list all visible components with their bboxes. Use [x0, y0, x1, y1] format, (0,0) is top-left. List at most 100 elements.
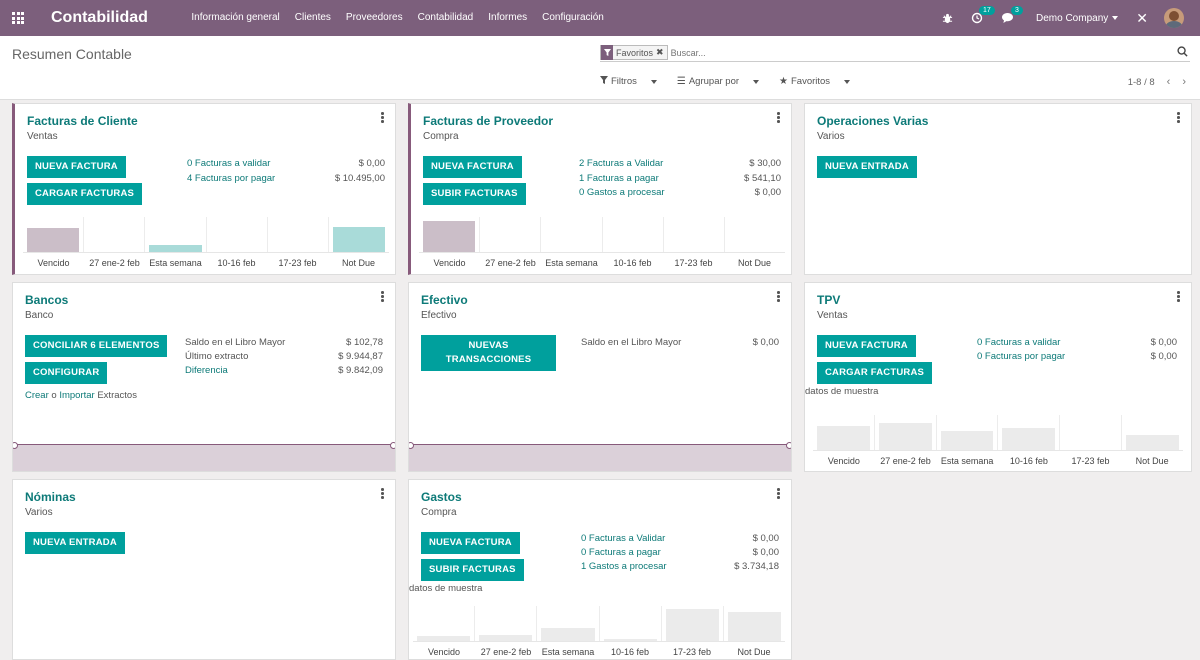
chevron-left-icon[interactable]: ‹ — [1167, 76, 1171, 88]
chart-bar[interactable] — [878, 423, 932, 450]
menu-item-reports[interactable]: Informes — [481, 0, 535, 36]
aging-bar-chart[interactable]: Vencido 27 ene-2 feb Esta semana 10-16 feb 1… — [813, 415, 1183, 467]
bills-to-pay-link[interactable]: 1 Facturas a pagar — [579, 173, 659, 184]
card-title[interactable]: Gastos — [421, 490, 462, 504]
card-title[interactable]: Nóminas — [25, 490, 76, 504]
chart-tick-label: Esta semana — [541, 647, 595, 657]
chart-bar[interactable] — [479, 635, 533, 641]
chart-bar[interactable] — [817, 426, 870, 450]
kebab-menu-icon[interactable] — [777, 112, 781, 124]
messages-icon[interactable]: 3 — [1001, 6, 1023, 24]
upload-invoices-button[interactable]: CARGAR FACTURAS — [27, 183, 143, 205]
chart-bar[interactable] — [603, 639, 657, 641]
menu-item-vendors[interactable]: Proveedores — [338, 0, 410, 36]
kebab-menu-icon[interactable] — [1177, 112, 1181, 124]
menu-item-configuration[interactable]: Configuración — [535, 0, 612, 36]
bills-to-validate-link[interactable]: 0 Facturas a Validar — [581, 533, 665, 544]
new-entry-button[interactable]: NUEVA ENTRADA — [25, 532, 125, 554]
card-title[interactable]: Operaciones Varias — [817, 114, 928, 128]
filters-dropdown[interactable]: Filtros — [600, 76, 667, 87]
invoices-to-pay-link[interactable]: 4 Facturas por pagar — [187, 173, 275, 184]
reconcile-button[interactable]: CONCILIAR 6 ELEMENTOS — [25, 335, 168, 357]
chart-labels: Vencido 27 ene-2 feb Esta semana 10-16 feb 1… — [813, 456, 1183, 466]
create-link[interactable]: Crear — [25, 390, 49, 401]
facet-label: Favoritos — [616, 47, 654, 58]
chart-bar[interactable] — [541, 628, 595, 641]
balance-line-graph[interactable] — [409, 441, 791, 471]
new-invoice-button[interactable]: NUEVA FACTURA — [817, 335, 916, 357]
chart-bar[interactable] — [1002, 428, 1056, 450]
invoices-to-pay-link[interactable]: 0 Facturas por pagar — [977, 351, 1065, 362]
close-icon[interactable]: ✕ — [1136, 10, 1148, 27]
chevron-right-icon[interactable]: › — [1182, 76, 1186, 88]
card-title[interactable]: Efectivo — [421, 293, 468, 307]
chart-bar[interactable] — [423, 221, 476, 252]
new-invoice-button[interactable]: NUEVA FACTURA — [27, 156, 126, 178]
kebab-menu-icon[interactable] — [381, 112, 385, 124]
card-title[interactable]: Facturas de Proveedor — [423, 114, 553, 128]
invoices-to-validate-link[interactable]: 0 Facturas a validar — [977, 337, 1060, 348]
user-avatar[interactable] — [1164, 8, 1184, 28]
company-switcher[interactable]: Demo Company — [1036, 13, 1119, 24]
search-icon[interactable] — [1177, 46, 1188, 60]
upload-invoices-button[interactable]: CARGAR FACTURAS — [817, 362, 933, 384]
expenses-to-process-link[interactable]: 0 Gastos a procesar — [579, 187, 665, 198]
chart-tick-label: Esta semana — [940, 456, 994, 466]
bills-to-validate-link[interactable]: 2 Facturas a Validar — [579, 158, 663, 169]
aging-bar-chart[interactable]: Vencido 27 ene-2 feb Esta semana 10-16 feb 1… — [419, 217, 785, 269]
chart-bar[interactable] — [332, 227, 386, 252]
kebab-menu-icon[interactable] — [381, 488, 385, 500]
new-entry-button[interactable]: NUEVA ENTRADA — [817, 156, 917, 178]
menu-item-accounting[interactable]: Contabilidad — [410, 0, 481, 36]
activity-clock-icon[interactable]: 17 — [971, 6, 995, 24]
kebab-menu-icon[interactable] — [777, 291, 781, 303]
chart-column — [725, 217, 785, 252]
favorites-dropdown[interactable]: ★ Favoritos — [779, 76, 860, 87]
upload-bills-button[interactable]: SUBIR FACTURAS — [423, 183, 526, 205]
bills-to-pay-link[interactable]: 0 Facturas a pagar — [581, 547, 661, 558]
apps-menu-icon[interactable] — [0, 0, 36, 36]
expenses-to-process-link[interactable]: 1 Gastos a procesar — [581, 561, 667, 572]
journal-card-vendor-bills: Facturas de Proveedor Compra NUEVA FACTU… — [408, 103, 792, 275]
kebab-menu-icon[interactable] — [777, 488, 781, 500]
remove-facet-icon[interactable]: ✖ — [656, 47, 667, 58]
new-invoice-button[interactable]: NUEVA FACTURA — [421, 532, 520, 554]
bug-icon[interactable] — [942, 13, 953, 24]
row-label: Saldo en el Libro Mayor — [185, 337, 286, 348]
kebab-menu-icon[interactable] — [1177, 291, 1181, 303]
chart-bar[interactable] — [27, 228, 80, 252]
chart-bar[interactable] — [665, 609, 719, 641]
favorites-label: Favoritos — [790, 76, 831, 87]
balance-line-graph[interactable] — [13, 441, 395, 471]
chart-bar[interactable] — [149, 245, 202, 252]
row-amount: $ 9.944,87 — [338, 351, 383, 362]
chart-tick-label: 27 ene-2 feb — [480, 647, 532, 657]
pager-value[interactable]: 1-8 / 8 — [1128, 77, 1155, 88]
chart-bar[interactable] — [727, 612, 782, 641]
chart-column — [84, 217, 146, 252]
chart-bar[interactable] — [417, 636, 471, 641]
card-title[interactable]: TPV — [817, 293, 840, 307]
card-title[interactable]: Facturas de Cliente — [27, 114, 138, 128]
import-link[interactable]: Importar — [59, 390, 94, 401]
upload-bills-button[interactable]: SUBIR FACTURAS — [421, 559, 524, 581]
chart-bar[interactable] — [940, 431, 994, 450]
card-title[interactable]: Bancos — [25, 293, 68, 307]
new-transactions-button[interactable]: NUEVAS TRANSACCIONES — [421, 335, 556, 371]
menu-item-customers[interactable]: Clientes — [287, 0, 338, 36]
filter-icon — [601, 45, 613, 60]
aging-bar-chart[interactable]: Vencido 27 ene-2 feb Esta semana 10-16 feb 1… — [23, 217, 389, 269]
group-by-dropdown[interactable]: ☰ Agrupar por — [677, 76, 769, 87]
menu-item-overview[interactable]: Información general — [184, 0, 287, 36]
invoices-to-validate-link[interactable]: 0 Facturas a validar — [187, 158, 270, 169]
search-input[interactable] — [670, 47, 1190, 58]
difference-link[interactable]: Diferencia — [185, 365, 228, 376]
new-bill-button[interactable]: NUEVA FACTURA — [423, 156, 522, 178]
app-title[interactable]: Contabilidad — [51, 9, 148, 27]
chart-bar[interactable] — [1126, 435, 1179, 450]
aging-bar-chart[interactable]: Vencido 27 ene-2 feb Esta semana 10-16 feb 1… — [413, 606, 785, 658]
configure-button[interactable]: CONFIGURAR — [25, 362, 108, 384]
summary-row: 0 Facturas por pagar $ 0,00 — [977, 351, 1177, 362]
kebab-menu-icon[interactable] — [381, 291, 385, 303]
chart-tick-label: 17-23 feb — [674, 258, 713, 268]
